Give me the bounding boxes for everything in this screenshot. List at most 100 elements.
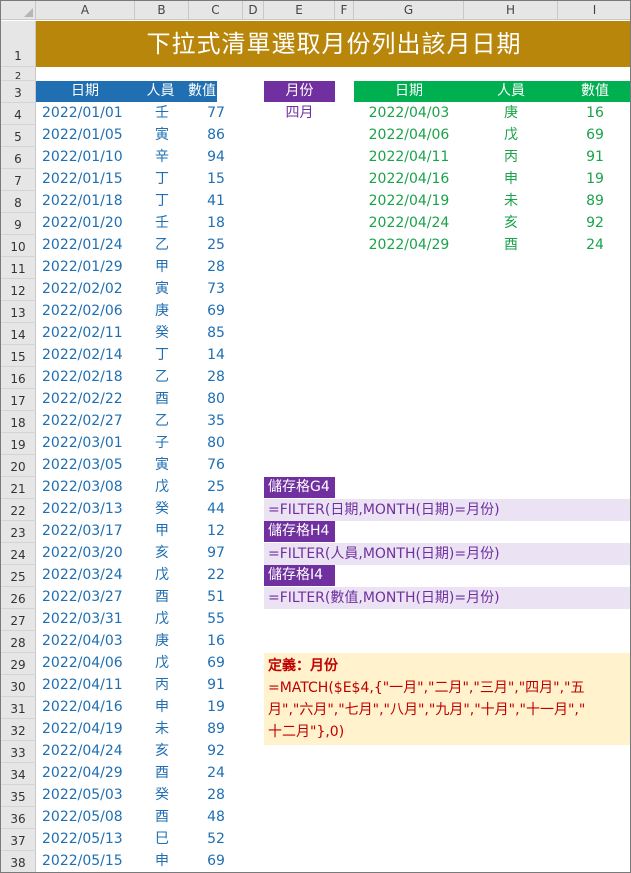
source-date[interactable]: 2022/02/14 (42, 344, 137, 366)
source-value[interactable]: 55 (189, 608, 243, 630)
result-date[interactable]: 2022/04/03 (354, 102, 464, 124)
source-person[interactable]: 戊 (135, 564, 189, 586)
source-person[interactable]: 甲 (135, 520, 189, 542)
source-value[interactable]: 85 (189, 322, 243, 344)
source-value[interactable]: 86 (189, 124, 243, 146)
result-value[interactable]: 19 (558, 168, 630, 190)
source-value[interactable]: 77 (189, 102, 243, 124)
source-date[interactable]: 2022/01/18 (42, 190, 137, 212)
source-person[interactable]: 癸 (135, 784, 189, 806)
column-header-d[interactable]: D (243, 1, 264, 20)
result-header-person[interactable]: 人員 (464, 81, 558, 102)
source-date[interactable]: 2022/03/20 (42, 542, 137, 564)
source-value[interactable]: 24 (189, 762, 243, 784)
source-value[interactable]: 28 (189, 366, 243, 388)
source-value[interactable]: 80 (189, 388, 243, 410)
row-header-3[interactable]: 3 (1, 81, 36, 103)
source-value[interactable]: 51 (189, 586, 243, 608)
row-header-28[interactable]: 28 (1, 631, 36, 653)
row-header-27[interactable]: 27 (1, 609, 36, 631)
row-header-4[interactable]: 4 (1, 103, 36, 125)
source-person[interactable]: 寅 (135, 124, 189, 146)
column-header-g[interactable]: G (354, 1, 464, 20)
row-header-19[interactable]: 19 (1, 433, 36, 455)
source-date[interactable]: 2022/04/11 (42, 674, 137, 696)
source-value[interactable]: 73 (189, 278, 243, 300)
formula-i4[interactable]: =FILTER(數值,MONTH(日期)=月份) (264, 587, 630, 609)
source-date[interactable]: 2022/03/13 (42, 498, 137, 520)
source-person[interactable]: 庚 (135, 300, 189, 322)
source-date[interactable]: 2022/04/19 (42, 718, 137, 740)
source-value[interactable]: 25 (189, 234, 243, 256)
source-value[interactable]: 25 (189, 476, 243, 498)
source-person[interactable]: 巳 (135, 828, 189, 850)
source-date[interactable]: 2022/02/11 (42, 322, 137, 344)
row-header-14[interactable]: 14 (1, 323, 36, 345)
source-date[interactable]: 2022/05/13 (42, 828, 137, 850)
source-date[interactable]: 2022/01/29 (42, 256, 137, 278)
result-person[interactable]: 未 (464, 190, 558, 212)
result-person[interactable]: 申 (464, 168, 558, 190)
row-header-9[interactable]: 9 (1, 213, 36, 235)
source-person[interactable]: 癸 (135, 498, 189, 520)
row-header-33[interactable]: 33 (1, 741, 36, 763)
result-person[interactable]: 庚 (464, 102, 558, 124)
source-value[interactable]: 92 (189, 740, 243, 762)
source-person[interactable]: 子 (135, 432, 189, 454)
source-date[interactable]: 2022/03/08 (42, 476, 137, 498)
row-header-13[interactable]: 13 (1, 301, 36, 323)
source-date[interactable]: 2022/01/24 (42, 234, 137, 256)
source-value[interactable]: 18 (189, 212, 243, 234)
source-person[interactable]: 未 (135, 718, 189, 740)
source-person[interactable]: 甲 (135, 256, 189, 278)
row-header-12[interactable]: 12 (1, 279, 36, 301)
source-value[interactable]: 97 (189, 542, 243, 564)
source-value[interactable]: 22 (189, 564, 243, 586)
source-value[interactable]: 91 (189, 674, 243, 696)
column-header-h[interactable]: H (464, 1, 558, 20)
source-value[interactable]: 19 (189, 696, 243, 718)
source-value[interactable]: 14 (189, 344, 243, 366)
source-value[interactable]: 69 (189, 652, 243, 674)
source-header-value[interactable]: 數值 (187, 81, 217, 102)
source-value[interactable]: 12 (189, 520, 243, 542)
row-header-6[interactable]: 6 (1, 147, 36, 169)
source-date[interactable]: 2022/05/15 (42, 850, 137, 872)
row-header-37[interactable]: 37 (1, 829, 36, 851)
result-person[interactable]: 戊 (464, 124, 558, 146)
row-header-17[interactable]: 17 (1, 389, 36, 411)
result-value[interactable]: 16 (558, 102, 630, 124)
source-person[interactable]: 申 (135, 696, 189, 718)
row-header-35[interactable]: 35 (1, 785, 36, 807)
source-person[interactable]: 酉 (135, 806, 189, 828)
result-person[interactable]: 亥 (464, 212, 558, 234)
source-value[interactable]: 28 (189, 784, 243, 806)
source-date[interactable]: 2022/03/24 (42, 564, 137, 586)
source-date[interactable]: 2022/01/01 (42, 102, 137, 124)
month-dropdown[interactable]: 四月 (264, 102, 335, 124)
source-header-person[interactable]: 人員 (134, 81, 187, 102)
source-person[interactable]: 壬 (135, 102, 189, 124)
source-person[interactable]: 丁 (135, 190, 189, 212)
formula-g4[interactable]: =FILTER(日期,MONTH(日期)=月份) (264, 499, 630, 521)
source-date[interactable]: 2022/02/27 (42, 410, 137, 432)
row-header-18[interactable]: 18 (1, 411, 36, 433)
column-header-b[interactable]: B (135, 1, 189, 20)
source-value[interactable]: 15 (189, 168, 243, 190)
result-header-date[interactable]: 日期 (354, 81, 464, 102)
formula-label-i4[interactable]: 儲存格I4 (264, 565, 335, 586)
result-date[interactable]: 2022/04/16 (354, 168, 464, 190)
source-value[interactable]: 48 (189, 806, 243, 828)
formula-h4[interactable]: =FILTER(人員,MONTH(日期)=月份) (264, 543, 630, 565)
source-date[interactable]: 2022/04/24 (42, 740, 137, 762)
result-date[interactable]: 2022/04/29 (354, 234, 464, 256)
row-header-36[interactable]: 36 (1, 807, 36, 829)
sheet-title[interactable]: 下拉式清單選取月份列出該月日期 (36, 21, 630, 67)
row-header-1[interactable]: 1 (1, 21, 36, 67)
source-date[interactable]: 2022/03/31 (42, 608, 137, 630)
source-value[interactable]: 52 (189, 828, 243, 850)
result-value[interactable]: 92 (558, 212, 630, 234)
source-person[interactable]: 丁 (135, 168, 189, 190)
source-person[interactable]: 戊 (135, 476, 189, 498)
source-date[interactable]: 2022/01/10 (42, 146, 137, 168)
